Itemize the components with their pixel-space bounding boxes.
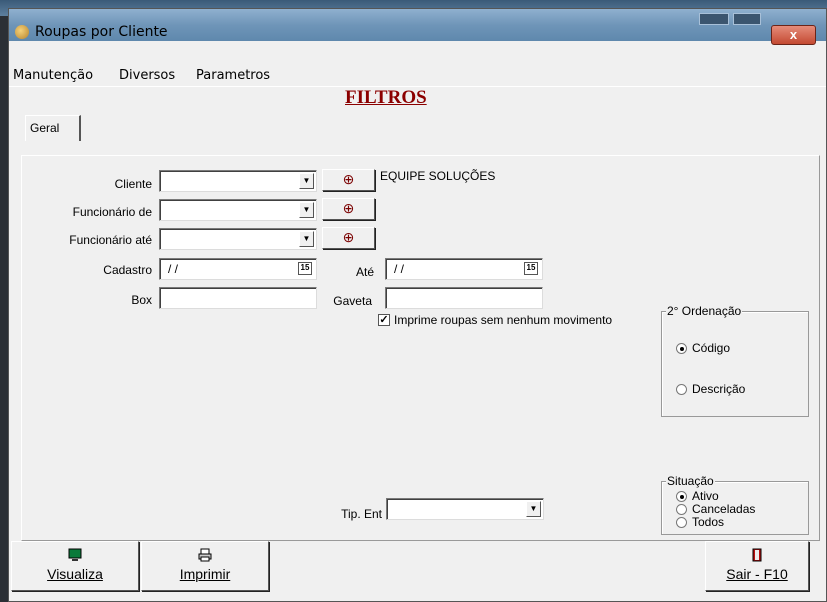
cliente-search-button[interactable]: ⊕	[322, 169, 375, 191]
chevron-down-icon[interactable]: ▼	[299, 202, 314, 218]
radio-canceladas[interactable]	[676, 504, 687, 515]
page-title: FILTROS	[345, 87, 427, 108]
sair-label: Sair - F10	[726, 566, 788, 582]
cliente-select[interactable]: ▼	[159, 170, 317, 192]
ate-date-input[interactable]: / / 15	[385, 258, 543, 280]
close-button[interactable]: x	[771, 25, 816, 45]
radio-ativo-label: Ativo	[692, 489, 719, 503]
tip-ent-label: Tip. Ent	[341, 507, 382, 521]
funcionario-ate-select[interactable]: ▼	[159, 228, 317, 250]
funcionario-de-search-button[interactable]: ⊕	[322, 198, 375, 220]
radio-descricao[interactable]	[676, 384, 687, 395]
sair-button[interactable]: Sair - F10	[705, 541, 809, 591]
calendar-icon[interactable]: 15	[524, 262, 538, 275]
tip-ent-select[interactable]: ▼	[386, 498, 544, 520]
radio-todos-label: Todos	[692, 515, 725, 529]
situacao-group: Situação Ativo Canceladas Todos	[661, 474, 809, 535]
menu-bar: Manutenção Diversos Parametros	[9, 65, 826, 87]
radio-codigo-label: Código	[692, 341, 731, 355]
ordenacao-title: 2° Ordenação	[666, 304, 743, 318]
ate-label: Até	[355, 265, 374, 279]
radio-canceladas-label: Canceladas	[692, 502, 756, 516]
magnifier-plus-icon: ⊕	[342, 171, 355, 187]
gaveta-label: Gaveta	[333, 294, 372, 308]
menu-item-diversos[interactable]: Diversos	[119, 68, 175, 83]
gaveta-input[interactable]	[385, 287, 543, 309]
background-minimize-button	[699, 13, 729, 25]
radio-ativo[interactable]	[676, 491, 687, 502]
chevron-down-icon[interactable]: ▼	[299, 231, 314, 247]
funcionario-ate-label: Funcionário até	[69, 233, 152, 247]
visualiza-label: Visualiza	[47, 566, 103, 582]
visualiza-button[interactable]: Visualiza	[11, 541, 139, 591]
window-title: Roupas por Cliente	[35, 24, 168, 40]
radio-todos[interactable]	[676, 517, 687, 528]
box-input[interactable]	[159, 287, 317, 309]
exit-door-icon	[752, 548, 762, 562]
menu-item-manutencao[interactable]: Manutenção	[13, 68, 93, 83]
cliente-info-text: EQUIPE SOLUÇÕES	[380, 169, 496, 183]
funcionario-de-label: Funcionário de	[72, 205, 152, 219]
chevron-down-icon[interactable]: ▼	[526, 501, 541, 517]
radio-codigo[interactable]	[676, 343, 687, 354]
calendar-icon[interactable]: 15	[298, 262, 312, 275]
imprime-checkbox[interactable]: ✓	[378, 314, 390, 326]
cadastro-label: Cadastro	[103, 263, 152, 277]
title-bar[interactable]: Roupas por Cliente x	[9, 9, 826, 45]
magnifier-plus-icon: ⊕	[342, 200, 355, 216]
monitor-icon	[68, 548, 82, 561]
imprimir-label: Imprimir	[179, 566, 231, 582]
situacao-title: Situação	[666, 474, 715, 488]
filter-panel: Cliente ▼ ⊕ EQUIPE SOLUÇÕES Funcionário …	[21, 155, 820, 541]
magnifier-plus-icon: ⊕	[342, 229, 355, 245]
funcionario-de-select[interactable]: ▼	[159, 199, 317, 221]
funcionario-ate-search-button[interactable]: ⊕	[322, 227, 375, 249]
chevron-down-icon[interactable]: ▼	[299, 173, 314, 189]
imprime-label: Imprime roupas sem nenhum movimento	[394, 313, 613, 327]
cliente-label: Cliente	[114, 177, 152, 191]
app-window: Roupas por Cliente x Manutenção Diversos…	[8, 8, 827, 602]
radio-descricao-label: Descrição	[692, 382, 746, 396]
ordenacao-group: 2° Ordenação Código Descrição	[661, 304, 809, 417]
background-maximize-button	[733, 13, 761, 25]
menu-item-parametros[interactable]: Parametros	[196, 68, 270, 83]
printer-icon	[198, 548, 212, 562]
app-icon	[15, 25, 29, 39]
tab-geral[interactable]: Geral	[25, 115, 81, 141]
cadastro-date-input[interactable]: / / 15	[159, 258, 317, 280]
box-label: Box	[131, 293, 152, 307]
imprimir-button[interactable]: Imprimir	[141, 541, 269, 591]
